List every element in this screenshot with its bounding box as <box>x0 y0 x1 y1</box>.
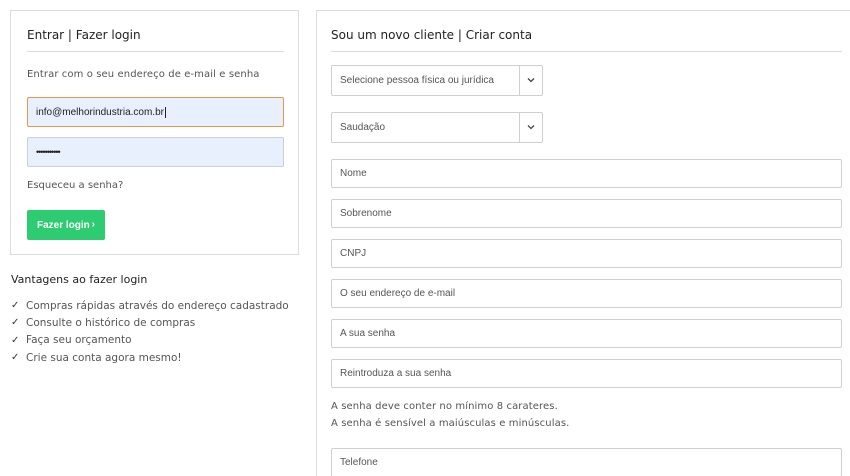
check-icon: ✓ <box>11 317 20 329</box>
register-divider <box>331 51 842 52</box>
advantage-text: Faça seu orçamento <box>26 334 132 347</box>
chevron-right-icon: › <box>91 219 95 230</box>
login-email-value: info@melhorindustria.com.br <box>36 106 164 118</box>
login-password-value: ••••••••••• <box>36 147 61 157</box>
login-subtitle: Entrar com o seu endereço de e-mail e se… <box>27 69 260 80</box>
login-divider <box>27 51 284 52</box>
cnpj-input[interactable]: CNPJ <box>331 239 842 268</box>
last-name-placeholder: Sobrenome <box>340 208 392 219</box>
advantage-item: ✓ Consulte o histórico de compras <box>11 314 289 331</box>
password-repeat-input[interactable]: Reintroduza a sua senha <box>331 359 842 388</box>
advantages-title: Vantagens ao fazer login <box>11 273 148 286</box>
select-separator <box>519 113 520 142</box>
advantage-text: Consulte o histórico de compras <box>26 316 196 329</box>
login-password-input[interactable]: ••••••••••• <box>27 137 284 167</box>
last-name-input[interactable]: Sobrenome <box>331 199 842 228</box>
advantage-item: ✓ Crie sua conta agora mesmo! <box>11 349 289 366</box>
advantage-item: ✓ Compras rápidas através do endereço cad… <box>11 297 289 314</box>
cnpj-placeholder: CNPJ <box>340 248 367 259</box>
email-input[interactable]: O seu endereço de e-mail <box>331 279 842 308</box>
advantage-text: Compras rápidas através do endereço cada… <box>26 299 289 312</box>
text-caret <box>164 106 166 118</box>
first-name-input[interactable]: Nome <box>331 159 842 188</box>
password-input[interactable]: A sua senha <box>331 319 842 348</box>
advantages-list: ✓ Compras rápidas através do endereço cad… <box>11 297 289 366</box>
login-title: Entrar | Fazer login <box>27 28 141 42</box>
check-icon: ✓ <box>11 300 20 312</box>
register-title: Sou um novo cliente | Criar conta <box>331 28 533 42</box>
chevron-down-icon <box>527 77 535 82</box>
first-name-placeholder: Nome <box>340 168 367 179</box>
person-type-select-value: Selecione pessoa física ou jurídica <box>340 75 494 86</box>
salutation-select-value: Saudação <box>340 122 386 133</box>
check-icon: ✓ <box>11 352 20 364</box>
password-hint-length: A senha deve conter no mínimo 8 caratere… <box>331 401 558 412</box>
forgot-password-link[interactable]: Esqueceu a senha? <box>27 180 123 191</box>
chevron-down-icon <box>527 124 535 129</box>
check-icon: ✓ <box>11 334 20 346</box>
advantage-text: Crie sua conta agora mesmo! <box>26 351 182 364</box>
password-repeat-placeholder: Reintroduza a sua senha <box>340 368 452 379</box>
login-submit-button[interactable]: Fazer login › <box>27 210 105 240</box>
password-hint-case: A senha é sensível a maiúsculas e minúsc… <box>331 418 570 429</box>
login-submit-label: Fazer login <box>37 219 90 231</box>
person-type-select[interactable]: Selecione pessoa física ou jurídica <box>331 65 543 96</box>
password-placeholder: A sua senha <box>340 328 396 339</box>
phone-input[interactable]: Telefone <box>331 448 842 476</box>
select-separator <box>519 66 520 95</box>
email-placeholder: O seu endereço de e-mail <box>340 288 456 299</box>
advantage-item: ✓ Faça seu orçamento <box>11 332 289 349</box>
login-email-input[interactable]: info@melhorindustria.com.br <box>27 97 284 127</box>
phone-placeholder: Telefone <box>340 457 378 468</box>
salutation-select[interactable]: Saudação <box>331 112 543 143</box>
